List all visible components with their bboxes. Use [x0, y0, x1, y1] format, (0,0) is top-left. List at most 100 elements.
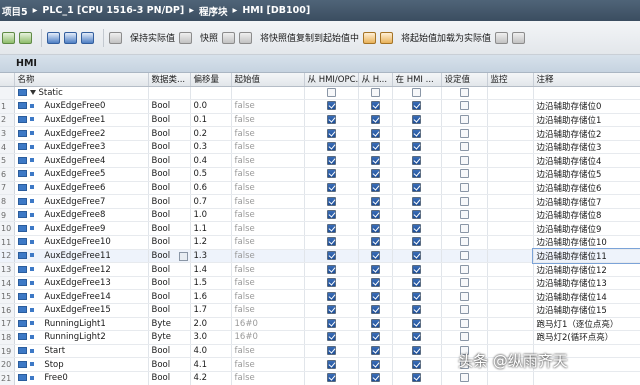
table-row[interactable]: 8 AuxEdgeFree7 Bool 0.7 false 边沿辅助存储位7	[0, 194, 640, 209]
datatype-cell[interactable]: Bool	[148, 126, 191, 141]
start-value-cell[interactable]: 16#0	[231, 317, 305, 332]
collapse-triangle-icon[interactable]	[29, 89, 36, 95]
download-icon[interactable]	[495, 31, 509, 44]
checkbox-unchecked[interactable]	[412, 87, 421, 97]
monitor-glasses-icon[interactable]	[109, 31, 122, 44]
name-cell[interactable]: AuxEdgeFree12	[14, 262, 149, 277]
start-value-cell[interactable]: false	[231, 153, 305, 169]
comment-cell[interactable]: 边沿辅助存储位1	[533, 113, 640, 128]
accessible-from-hmi-checkbox[interactable]	[326, 223, 336, 233]
setpoint-checkbox[interactable]	[459, 169, 469, 179]
name-cell[interactable]: AuxEdgeFree10	[14, 235, 149, 250]
name-cell[interactable]: RunningLight2	[14, 330, 149, 345]
table-row[interactable]: 15 AuxEdgeFree14 Bool 1.6 false 边沿辅助存储位14	[0, 289, 640, 304]
datatype-cell[interactable]: Bool	[148, 276, 191, 291]
visible-in-hmi-checkbox[interactable]	[412, 182, 421, 192]
visible-in-hmi-checkbox[interactable]	[412, 223, 421, 233]
table-row[interactable]: 10 AuxEdgeFree9 Bool 1.1 false 边沿辅助存储位9	[0, 221, 640, 237]
accessible-from-hmi-checkbox[interactable]	[326, 142, 336, 152]
visible-in-hmi-checkbox[interactable]	[412, 101, 421, 111]
table-row[interactable]: 5 AuxEdgeFree4 Bool 0.4 false 边沿辅助存储位4	[0, 153, 640, 169]
accessible-from-hmi-checkbox[interactable]	[326, 346, 336, 356]
datatype-cell[interactable]: Bool	[148, 357, 191, 372]
datatype-cell[interactable]: Bool	[148, 371, 191, 385]
accessible-from-hmi-checkbox[interactable]	[326, 264, 336, 274]
writable-from-hmi-checkbox[interactable]	[370, 237, 380, 247]
table-row[interactable]: 1 AuxEdgeFree0 Bool 0.0 false 边沿辅助存储位0	[0, 99, 640, 114]
visible-in-hmi-checkbox[interactable]	[412, 114, 421, 124]
start-value-cell[interactable]: false	[231, 113, 305, 128]
load-start-as-actual-button[interactable]: 将起始值加载为实际值	[397, 28, 491, 48]
start-value-cell[interactable]: false	[231, 276, 305, 291]
accessible-from-hmi-checkbox[interactable]	[326, 359, 336, 369]
comment-cell[interactable]: 边沿辅助存储位4	[533, 153, 640, 169]
accessible-from-hmi-checkbox[interactable]	[326, 196, 336, 206]
comment-cell[interactable]: 边沿辅助存储位3	[533, 140, 640, 155]
list-view-icon[interactable]	[81, 31, 94, 44]
name-cell[interactable]: AuxEdgeFree13	[14, 276, 149, 291]
name-cell[interactable]: AuxEdgeFree4	[14, 153, 149, 169]
writable-from-hmi-checkbox[interactable]	[370, 346, 380, 356]
name-cell[interactable]: AuxEdgeFree5	[14, 167, 149, 182]
expand-all-icon[interactable]	[47, 31, 60, 44]
accessible-from-hmi-checkbox[interactable]	[326, 210, 336, 220]
start-value-cell[interactable]: false	[231, 221, 305, 237]
start-value-cell[interactable]: false	[231, 289, 305, 304]
table-row[interactable]: 16 AuxEdgeFree15 Bool 1.7 false 边沿辅助存储位15	[0, 303, 640, 318]
name-cell[interactable]: AuxEdgeFree0	[14, 99, 149, 114]
settings-icon[interactable]	[512, 31, 526, 44]
setpoint-checkbox[interactable]	[459, 128, 469, 138]
comment-cell[interactable]: 跑马灯1（逐位点亮）	[533, 317, 640, 332]
start-value-cell[interactable]: false	[231, 181, 305, 196]
add-row-icon[interactable]	[19, 31, 32, 44]
accessible-from-hmi-checkbox[interactable]	[326, 182, 336, 192]
writable-from-hmi-checkbox[interactable]	[370, 182, 380, 192]
transfer-icon[interactable]	[363, 31, 377, 44]
table-row[interactable]: 18 RunningLight2 Byte 3.0 16#0 跑马灯2(循环点亮）	[0, 330, 640, 345]
name-cell[interactable]: Stop	[14, 357, 149, 372]
header-monitor[interactable]: 监控	[487, 73, 534, 87]
breadcrumb-project[interactable]: 项目5	[2, 4, 28, 18]
writable-from-hmi-checkbox[interactable]	[370, 169, 380, 179]
setpoint-checkbox[interactable]	[459, 142, 469, 152]
writable-from-hmi-checkbox[interactable]	[370, 101, 380, 111]
name-cell[interactable]: AuxEdgeFree7	[14, 194, 149, 209]
setpoint-checkbox[interactable]	[459, 182, 469, 192]
accessible-from-hmi-checkbox[interactable]	[326, 101, 336, 111]
visible-in-hmi-checkbox[interactable]	[412, 196, 421, 206]
name-cell[interactable]: AuxEdgeFree6	[14, 181, 149, 196]
start-value-cell[interactable]: false	[231, 249, 305, 264]
static-row[interactable]: Static	[0, 86, 640, 101]
visible-in-hmi-checkbox[interactable]	[412, 142, 421, 152]
name-cell[interactable]: AuxEdgeFree8	[14, 208, 149, 223]
table-row[interactable]: 13 AuxEdgeFree12 Bool 1.4 false 边沿辅助存储位12	[0, 262, 640, 277]
visible-in-hmi-checkbox[interactable]	[412, 237, 421, 247]
table-row[interactable]: 4 AuxEdgeFree3 Bool 0.3 false 边沿辅助存储位3	[0, 140, 640, 155]
header-visible-in-hmi[interactable]: 在 HMI ...	[392, 73, 442, 87]
setpoint-checkbox[interactable]	[459, 318, 469, 328]
accessible-from-hmi-checkbox[interactable]	[326, 169, 336, 179]
setpoint-checkbox[interactable]	[459, 250, 469, 260]
name-cell[interactable]: Start	[14, 344, 149, 359]
accessible-from-hmi-checkbox[interactable]	[326, 155, 336, 165]
writable-from-hmi-checkbox[interactable]	[370, 196, 380, 206]
comment-cell[interactable]: 边沿辅助存储位7	[533, 194, 640, 209]
start-value-cell[interactable]: false	[231, 167, 305, 182]
datatype-cell[interactable]: Bool	[148, 99, 191, 114]
writable-from-hmi-checkbox[interactable]	[370, 210, 380, 220]
header-setpoint[interactable]: 设定值	[441, 73, 488, 87]
comment-cell[interactable]: 边沿辅助存储位2	[533, 126, 640, 141]
table-row[interactable]: 11 AuxEdgeFree10 Bool 1.2 false 边沿辅助存储位10	[0, 235, 640, 250]
datatype-dropdown-icon[interactable]	[178, 251, 188, 261]
writable-from-hmi-checkbox[interactable]	[370, 223, 380, 233]
visible-in-hmi-checkbox[interactable]	[412, 359, 421, 369]
comment-cell[interactable]: 边沿辅助存储位6	[533, 181, 640, 196]
setpoint-checkbox[interactable]	[459, 278, 469, 288]
accessible-from-hmi-checkbox[interactable]	[326, 114, 336, 124]
header-datatype[interactable]: 数据类...	[148, 73, 191, 87]
start-value-cell[interactable]: false	[231, 126, 305, 141]
datatype-cell[interactable]: Bool	[148, 235, 191, 250]
start-value-cell[interactable]: false	[231, 303, 305, 318]
writable-from-hmi-checkbox[interactable]	[370, 250, 380, 260]
copy-snapshot-to-start-button[interactable]: 将快照值复制到起始值中	[256, 28, 359, 48]
